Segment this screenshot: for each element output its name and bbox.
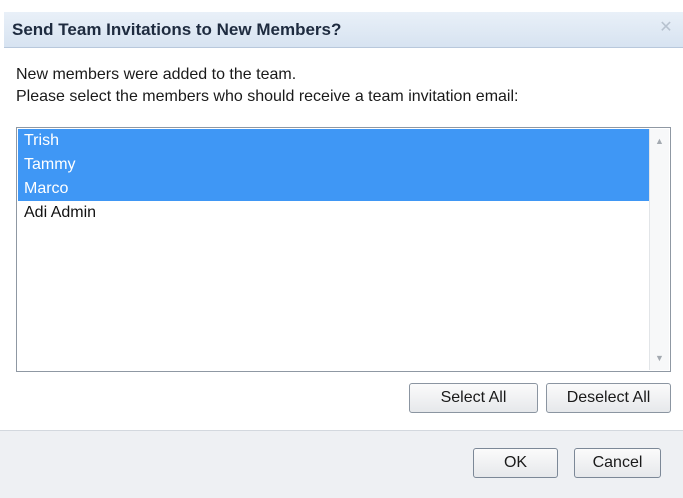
member-list-item[interactable]: Marco [18,177,649,201]
instruction-line-2: Please select the members who should rec… [16,88,519,105]
instruction-line-1: New members were added to the team. [16,66,297,83]
member-list-item[interactable]: Trish [18,129,649,153]
scroll-up-icon[interactable]: ▲ [650,133,669,149]
instructions: New members were added to the team. Plea… [16,64,518,108]
list-scrollbar[interactable]: ▲ ▼ [649,129,669,370]
scroll-down-icon[interactable]: ▼ [650,350,669,366]
cancel-button[interactable]: Cancel [574,448,661,478]
member-list: Trish Tammy Marco Adi Admin [18,129,649,370]
member-listbox[interactable]: Trish Tammy Marco Adi Admin ▲ ▼ [16,127,671,372]
dialog-title: Send Team Invitations to New Members? [12,20,342,39]
invitation-dialog: Send Team Invitations to New Members? ✕ … [0,0,683,498]
dialog-titlebar: Send Team Invitations to New Members? ✕ [4,12,683,48]
member-list-item[interactable]: Tammy [18,153,649,177]
ok-button[interactable]: OK [473,448,558,478]
close-icon[interactable]: ✕ [657,19,675,37]
deselect-all-button[interactable]: Deselect All [546,383,671,413]
member-list-item[interactable]: Adi Admin [18,201,649,225]
select-all-button[interactable]: Select All [409,383,538,413]
